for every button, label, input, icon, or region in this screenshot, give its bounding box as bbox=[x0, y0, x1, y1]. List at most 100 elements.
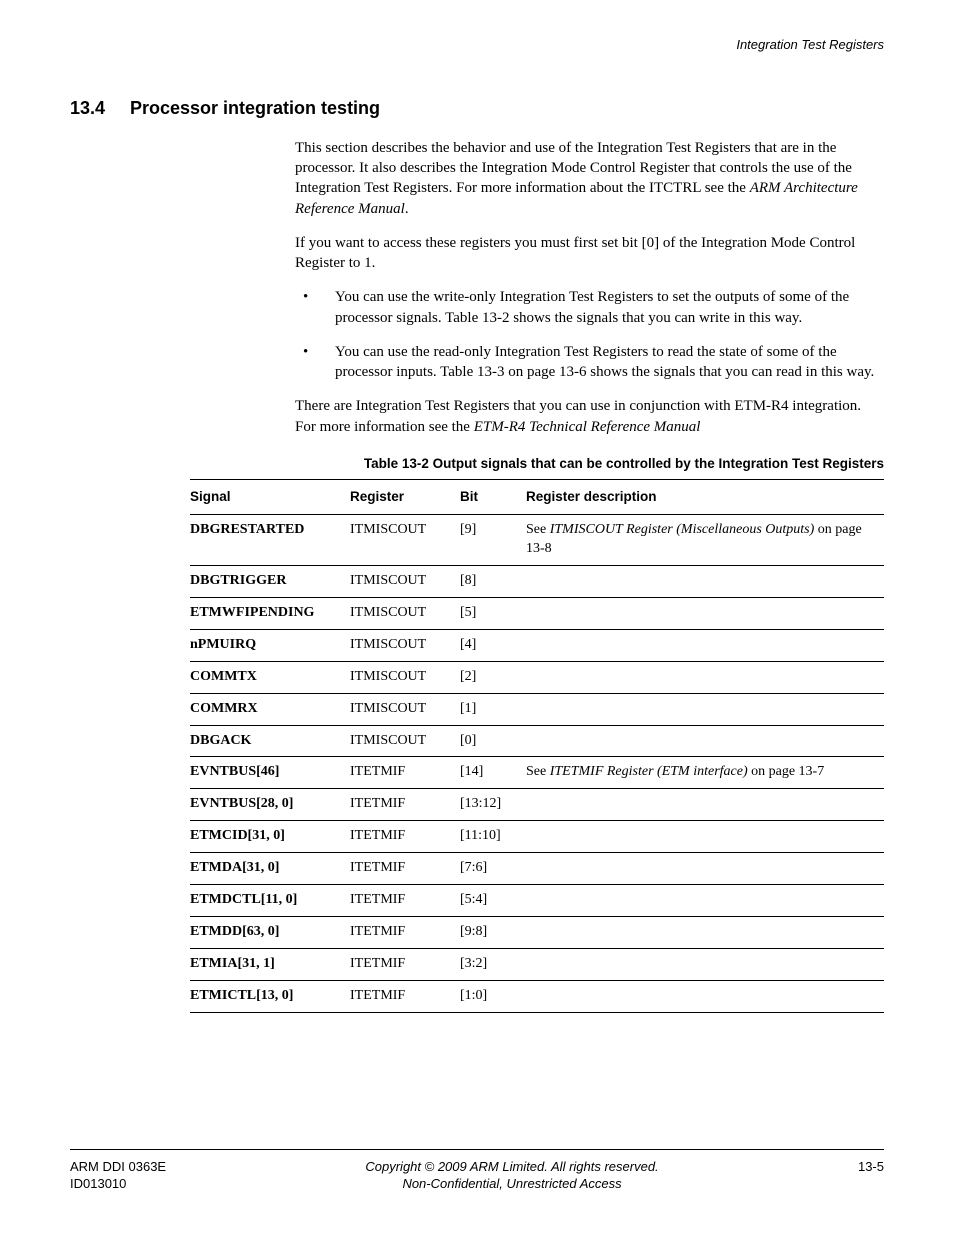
cell-signal: ETMCID[31, 0] bbox=[190, 821, 350, 853]
build-id: ID013010 bbox=[70, 1175, 166, 1193]
table-caption: Table 13-2 Output signals that can be co… bbox=[190, 455, 884, 473]
cell-signal: DBGRESTARTED bbox=[190, 515, 350, 566]
cell-signal: ETMDA[31, 0] bbox=[190, 853, 350, 885]
table-row: DBGTRIGGERITMISCOUT[8] bbox=[190, 566, 884, 598]
cell-signal: ETMIA[31, 1] bbox=[190, 948, 350, 980]
cell-bit: [1] bbox=[460, 693, 526, 725]
text: See bbox=[526, 764, 550, 779]
col-signal: Signal bbox=[190, 480, 350, 515]
text: on page 13-7 bbox=[748, 764, 825, 779]
cell-signal: DBGTRIGGER bbox=[190, 566, 350, 598]
section-heading: 13.4 Processor integration testing bbox=[70, 96, 884, 120]
table-row: ETMIA[31, 1]ITETMIF[3:2] bbox=[190, 948, 884, 980]
cell-bit: [9:8] bbox=[460, 916, 526, 948]
cell-description bbox=[526, 693, 884, 725]
cell-bit: [14] bbox=[460, 757, 526, 789]
doc-id: ARM DDI 0363E bbox=[70, 1158, 166, 1176]
doc-ref: ITMISCOUT Register (Miscellaneous Output… bbox=[550, 522, 815, 537]
cell-description bbox=[526, 980, 884, 1012]
cell-register: ITMISCOUT bbox=[350, 693, 460, 725]
col-desc: Register description bbox=[526, 480, 884, 515]
table-row: ETMDA[31, 0]ITETMIF[7:6] bbox=[190, 853, 884, 885]
footer-left: ARM DDI 0363E ID013010 bbox=[70, 1158, 166, 1193]
cell-description bbox=[526, 884, 884, 916]
cell-register: ITETMIF bbox=[350, 821, 460, 853]
cell-description bbox=[526, 821, 884, 853]
cell-register: ITETMIF bbox=[350, 884, 460, 916]
bullet-item: You can use the write-only Integration T… bbox=[295, 287, 884, 328]
cell-register: ITMISCOUT bbox=[350, 515, 460, 566]
table-row: EVNTBUS[28, 0]ITETMIF[13:12] bbox=[190, 789, 884, 821]
cell-description bbox=[526, 597, 884, 629]
table-row: nPMUIRQITMISCOUT[4] bbox=[190, 629, 884, 661]
cell-description: See ITMISCOUT Register (Miscellaneous Ou… bbox=[526, 515, 884, 566]
cell-register: ITETMIF bbox=[350, 853, 460, 885]
cell-description bbox=[526, 789, 884, 821]
cell-description bbox=[526, 725, 884, 757]
cell-signal: EVNTBUS[46] bbox=[190, 757, 350, 789]
cell-register: ITMISCOUT bbox=[350, 566, 460, 598]
page-footer: ARM DDI 0363E ID013010 Copyright © 2009 … bbox=[70, 1149, 884, 1193]
doc-ref: ETM-R4 Technical Reference Manual bbox=[474, 419, 701, 435]
cell-bit: [5] bbox=[460, 597, 526, 629]
copyright: Copyright © 2009 ARM Limited. All rights… bbox=[166, 1158, 858, 1176]
cell-signal: ETMWFIPENDING bbox=[190, 597, 350, 629]
intro-paragraph: This section describes the behavior and … bbox=[295, 138, 884, 219]
cell-bit: [1:0] bbox=[460, 980, 526, 1012]
cell-register: ITETMIF bbox=[350, 948, 460, 980]
cell-signal: COMMTX bbox=[190, 661, 350, 693]
table-row: ETMDD[63, 0]ITETMIF[9:8] bbox=[190, 916, 884, 948]
cell-bit: [3:2] bbox=[460, 948, 526, 980]
table-row: ETMWFIPENDINGITMISCOUT[5] bbox=[190, 597, 884, 629]
page: Integration Test Registers 13.4 Processo… bbox=[0, 0, 954, 1235]
cell-signal: ETMDCTL[11, 0] bbox=[190, 884, 350, 916]
cell-register: ITETMIF bbox=[350, 757, 460, 789]
footer-page-number: 13-5 bbox=[858, 1158, 884, 1176]
cell-bit: [11:10] bbox=[460, 821, 526, 853]
cell-register: ITETMIF bbox=[350, 916, 460, 948]
cell-bit: [5:4] bbox=[460, 884, 526, 916]
text: . bbox=[405, 201, 409, 217]
cell-description bbox=[526, 948, 884, 980]
col-register: Register bbox=[350, 480, 460, 515]
cell-signal: nPMUIRQ bbox=[190, 629, 350, 661]
table-row: COMMRXITMISCOUT[1] bbox=[190, 693, 884, 725]
cell-description bbox=[526, 629, 884, 661]
running-head: Integration Test Registers bbox=[70, 36, 884, 54]
table-row: ETMCID[31, 0]ITETMIF[11:10] bbox=[190, 821, 884, 853]
cell-bit: [9] bbox=[460, 515, 526, 566]
cell-description bbox=[526, 853, 884, 885]
etm-note: There are Integration Test Registers tha… bbox=[295, 396, 884, 437]
access-note: If you want to access these registers yo… bbox=[295, 233, 884, 274]
cell-register: ITMISCOUT bbox=[350, 597, 460, 629]
table-section: Table 13-2 Output signals that can be co… bbox=[190, 455, 884, 1013]
bullet-item: You can use the read-only Integration Te… bbox=[295, 342, 884, 383]
cell-description bbox=[526, 566, 884, 598]
cell-description bbox=[526, 916, 884, 948]
cell-signal: ETMICTL[13, 0] bbox=[190, 980, 350, 1012]
cell-signal: EVNTBUS[28, 0] bbox=[190, 789, 350, 821]
footer-center: Copyright © 2009 ARM Limited. All rights… bbox=[166, 1158, 858, 1193]
table-row: DBGRESTARTEDITMISCOUT[9]See ITMISCOUT Re… bbox=[190, 515, 884, 566]
col-bit: Bit bbox=[460, 480, 526, 515]
table-row: COMMTXITMISCOUT[2] bbox=[190, 661, 884, 693]
cell-description: See ITETMIF Register (ETM interface) on … bbox=[526, 757, 884, 789]
table-row: ETMDCTL[11, 0]ITETMIF[5:4] bbox=[190, 884, 884, 916]
table-row: EVNTBUS[46]ITETMIF[14]See ITETMIF Regist… bbox=[190, 757, 884, 789]
cell-description bbox=[526, 661, 884, 693]
table-header-row: Signal Register Bit Register description bbox=[190, 480, 884, 515]
cell-register: ITETMIF bbox=[350, 789, 460, 821]
classification: Non-Confidential, Unrestricted Access bbox=[166, 1175, 858, 1193]
doc-ref: ITETMIF Register (ETM interface) bbox=[550, 764, 748, 779]
section-title: Processor integration testing bbox=[130, 96, 380, 120]
cell-signal: ETMDD[63, 0] bbox=[190, 916, 350, 948]
cell-signal: COMMRX bbox=[190, 693, 350, 725]
signals-table: Signal Register Bit Register description… bbox=[190, 479, 884, 1012]
text: See bbox=[526, 522, 550, 537]
cell-signal: DBGACK bbox=[190, 725, 350, 757]
table-row: DBGACKITMISCOUT[0] bbox=[190, 725, 884, 757]
cell-register: ITMISCOUT bbox=[350, 629, 460, 661]
cell-bit: [8] bbox=[460, 566, 526, 598]
cell-register: ITETMIF bbox=[350, 980, 460, 1012]
cell-bit: [13:12] bbox=[460, 789, 526, 821]
